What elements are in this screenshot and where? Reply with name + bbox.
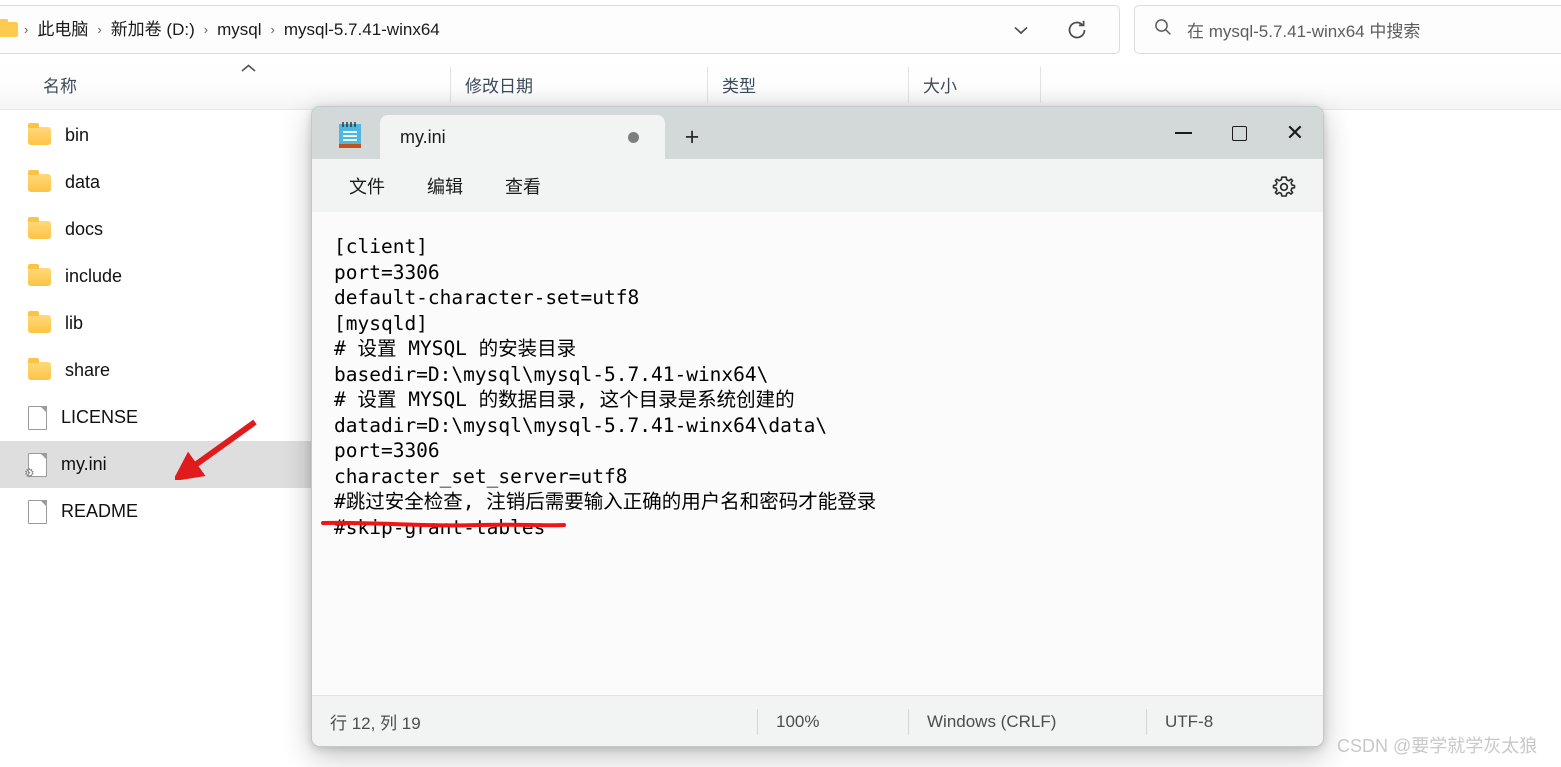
ini-gear-icon: ⚙	[24, 465, 35, 480]
sort-ascending-icon[interactable]	[240, 62, 257, 77]
status-encoding[interactable]: UTF-8	[1147, 696, 1231, 746]
annotation-underline	[321, 520, 566, 528]
window-controls: ✕	[1155, 107, 1323, 159]
notepad-title-bar: my.ini + ✕	[312, 107, 1323, 159]
file-name-label: docs	[65, 219, 104, 239]
menu-item-2[interactable]: 编辑	[415, 166, 475, 206]
folder-icon	[28, 357, 51, 380]
column-header-2[interactable]: 修改日期	[450, 59, 707, 110]
tab-label: my.ini	[400, 126, 446, 147]
column-header-1[interactable]: 名称	[28, 59, 450, 110]
maximize-button[interactable]	[1211, 107, 1267, 159]
file-name-label: my.ini	[61, 454, 107, 474]
file-name-label: share	[65, 360, 111, 380]
file-row[interactable]: lib	[0, 300, 320, 347]
menu-item-1[interactable]: 文件	[337, 166, 397, 206]
folder-icon	[28, 122, 51, 145]
column-divider[interactable]	[707, 67, 708, 103]
explorer-address-bar: › 此电脑 › 新加卷 (D:) › mysql › mysql-5.7.41-winx64	[0, 0, 1561, 59]
file-icon	[28, 405, 47, 430]
file-name-label: include	[65, 266, 123, 286]
column-header-4[interactable]: 大小	[908, 59, 1040, 110]
column-divider[interactable]	[1040, 67, 1041, 103]
tab-my-ini[interactable]: my.ini	[380, 115, 665, 159]
folder-icon	[28, 169, 51, 192]
watermark: CSDN @要学就学灰太狼	[1337, 736, 1538, 756]
notepad-window: my.ini + ✕ 文件 编辑 查看 [client] port=3306 def…	[311, 106, 1324, 747]
file-icon	[28, 499, 47, 524]
file-name-label: README	[61, 501, 139, 521]
breadcrumb: › 此电脑 › 新加卷 (D:) › mysql › mysql-5.7.41-winx64	[18, 6, 447, 53]
search-icon	[1153, 17, 1173, 42]
refresh-icon[interactable]	[1055, 6, 1099, 53]
status-line-ending[interactable]: Windows (CRLF)	[909, 696, 1146, 746]
notepad-icon	[337, 121, 363, 149]
breadcrumb-item-1[interactable]: 此电脑	[30, 17, 95, 42]
close-button[interactable]: ✕	[1267, 107, 1323, 159]
folder-icon	[28, 310, 51, 333]
folder-icon	[28, 263, 51, 286]
new-tab-button[interactable]: +	[665, 115, 719, 159]
chevron-down-icon[interactable]	[1001, 6, 1041, 53]
file-name-label: lib	[65, 313, 84, 333]
file-row[interactable]: data	[0, 159, 320, 206]
unsaved-indicator-icon	[628, 132, 639, 143]
file-row[interactable]: README	[0, 488, 320, 535]
breadcrumb-item-4[interactable]: mysql-5.7.41-winx64	[277, 17, 447, 42]
status-cursor-position: 行 12, 列 19	[330, 714, 421, 733]
file-name-label: LICENSE	[61, 407, 139, 427]
notepad-menu-bar: 文件 编辑 查看	[312, 159, 1323, 212]
column-divider[interactable]	[908, 67, 909, 103]
file-row[interactable]: docs	[0, 206, 320, 253]
gear-icon[interactable]	[1269, 172, 1299, 202]
file-row[interactable]: include	[0, 253, 320, 300]
file-name-label: bin	[65, 125, 90, 145]
address-bar-box[interactable]: › 此电脑 › 新加卷 (D:) › mysql › mysql-5.7.41-winx64	[0, 5, 1120, 54]
file-row[interactable]: bin	[0, 112, 320, 159]
file-list-column-headers: 名称 修改日期 类型 大小	[0, 59, 1561, 110]
file-row[interactable]: LICENSE	[0, 394, 320, 441]
editor-text-content[interactable]: [client] port=3306 default-character-set…	[334, 234, 1323, 540]
menu-item-3[interactable]: 查看	[493, 166, 553, 206]
folder-icon	[28, 216, 51, 239]
search-box[interactable]: 在 mysql-5.7.41-winx64 中搜索	[1134, 5, 1561, 54]
breadcrumb-item-3[interactable]: mysql	[210, 17, 268, 42]
screen-root: › 此电脑 › 新加卷 (D:) › mysql › mysql-5.7.41-winx64	[0, 0, 1561, 767]
breadcrumb-item-2[interactable]: 新加卷 (D:)	[104, 17, 202, 42]
status-zoom[interactable]: 100%	[758, 696, 908, 746]
breadcrumb-separator: ›	[270, 22, 275, 37]
notepad-status-bar: 行 12, 列 19 100% Windows (CRLF) UTF-8	[312, 695, 1323, 746]
file-row[interactable]: share	[0, 347, 320, 394]
breadcrumb-separator: ›	[97, 22, 102, 37]
notepad-editor[interactable]: [client] port=3306 default-character-set…	[312, 212, 1323, 695]
search-input[interactable]: 在 mysql-5.7.41-winx64 中搜索	[1187, 17, 1420, 42]
file-list: bin data docs include lib share LICENSE ⚙ my.ini…	[0, 112, 320, 535]
file-row[interactable]: ⚙ my.ini	[0, 441, 320, 488]
breadcrumb-separator: ›	[24, 22, 29, 37]
minimize-button[interactable]	[1155, 107, 1211, 159]
column-header-3[interactable]: 类型	[707, 59, 908, 110]
file-name-label: data	[65, 172, 101, 192]
ini-file-icon: ⚙	[24, 452, 47, 479]
folder-icon	[0, 19, 18, 37]
breadcrumb-separator: ›	[203, 22, 209, 37]
column-divider[interactable]	[450, 67, 451, 103]
